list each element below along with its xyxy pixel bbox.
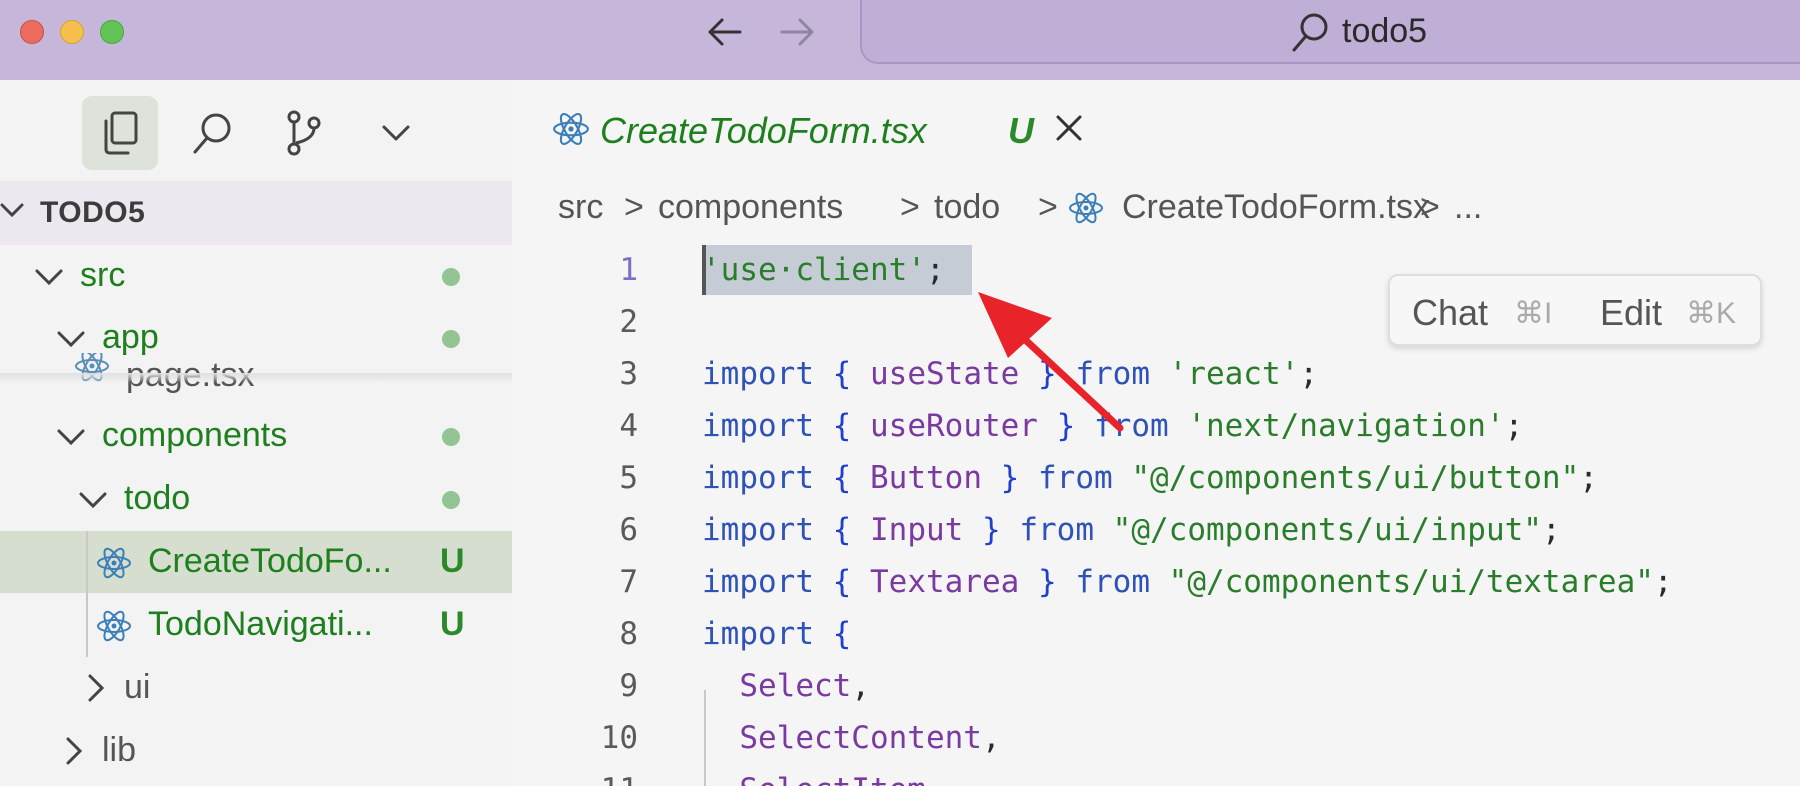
explorer-root-header[interactable]: TODO5 [0,181,512,245]
chevron-down-icon [382,125,410,141]
chevron-down-icon [57,331,85,348]
breadcrumb-item[interactable]: src [558,188,603,227]
chevron-down-icon [79,492,107,509]
edit-shortcut: ⌘K [1686,297,1737,330]
close-icon [1056,115,1082,141]
sticky-shadow [0,373,512,383]
code-line-6: import { Input } from "@/components/ui/i… [702,512,1561,548]
tree-label: lib [102,731,137,769]
chevron-right-icon [66,737,83,765]
annotation-arrow-icon [978,292,1124,432]
close-window-button[interactable] [20,20,44,44]
untracked-badge: U [440,605,465,643]
line-number: 5 [619,460,638,496]
react-icon [1069,192,1103,224]
tree-label: app [102,318,159,356]
indent-guide [704,690,706,786]
modified-dot [442,428,460,446]
activity-bar [0,80,512,180]
tab-title: CreateTodoForm.tsx [600,110,927,151]
breadcrumb-separator: > [900,188,920,226]
untracked-badge: U [440,542,465,580]
arrow-left-icon [708,18,742,46]
arrow-right-icon [780,18,814,46]
zoom-window-button[interactable] [100,20,124,44]
modified-dot [442,330,460,348]
tree-label: CreateTodoFo... [148,542,392,580]
tree-label: TodoNavigati... [148,605,373,643]
search-icon [1292,13,1328,52]
search-icon [193,113,231,154]
explorer-root-label: TODO5 [40,196,146,229]
source-control-button[interactable] [266,96,342,170]
modified-dot [442,268,460,286]
line-number: 7 [619,564,638,600]
react-icon [97,547,131,579]
chevron-right-icon [88,674,105,702]
tree-label: components [102,416,288,454]
more-views-button[interactable] [358,96,434,170]
breadcrumb-item[interactable]: CreateTodoForm.tsx [1122,188,1430,227]
line-number: 8 [619,616,638,652]
code-line-9: Select, [739,668,870,704]
line-number: 4 [619,408,638,444]
breadcrumb-item[interactable]: ... [1454,188,1482,227]
tree-label: src [80,256,126,294]
line-number: 10 [600,720,638,756]
chevron-down-icon [57,429,85,446]
line-number: 2 [619,304,638,340]
explorer-button[interactable] [82,96,158,170]
code-line-5: import { Button } from "@/components/ui/… [702,460,1598,496]
tree-folder-src[interactable]: src [0,245,512,307]
untracked-badge: U [1008,110,1034,151]
code-line-11: SelectItem, [702,772,944,786]
tree-file-create-todo-form[interactable]: CreateTodoFo... U [0,531,512,593]
tree-label: todo [124,479,191,517]
chevron-down-icon [0,203,24,218]
tree-file-todo-navigation[interactable]: TodoNavigati... U [0,594,512,656]
line-number: 6 [619,512,638,548]
back-button[interactable] [702,12,746,52]
git-branch-icon [287,110,321,156]
command-center-text: todo5 [1342,12,1428,50]
code-line-7: import { Textarea } from "@/components/u… [702,564,1673,600]
react-icon [97,610,131,642]
inline-ai-actions: Chat ⌘I Edit ⌘K [1388,274,1762,346]
line-number: 3 [619,356,638,392]
close-tab-button[interactable] [1054,110,1084,152]
code-line-10: SelectContent, [739,720,1001,756]
chat-shortcut: ⌘I [1514,297,1553,330]
line-number: 9 [619,668,638,704]
react-icon [553,112,589,146]
tree-label: ui [124,668,151,706]
sidebar: TODO5 src app page.tsx app [0,80,512,786]
edit-button[interactable]: Edit [1600,292,1662,334]
title-bar: todo5 [0,0,1800,80]
breadcrumb-separator: > [1420,188,1440,226]
minimize-window-button[interactable] [60,20,84,44]
tree-file-page-tsx[interactable]: page.tsx [0,346,512,396]
breadcrumb-item[interactable]: components [658,188,843,227]
code-line-8: import { [702,616,852,652]
forward-button[interactable] [776,12,820,52]
chevron-down-icon [35,269,63,286]
breadcrumb-separator: > [624,188,644,226]
command-center-search[interactable]: todo5 [860,0,1800,64]
code-line-1: 'use·client'; [702,252,945,288]
modified-dot [442,491,460,509]
breadcrumb-separator: > [1038,188,1058,226]
line-number: 11 [520,772,638,786]
sticky-app-row-backdrop: app [0,307,512,356]
indent-guide [86,531,88,657]
tree-folder-lib[interactable]: lib [0,720,512,782]
files-icon [104,111,138,155]
tree-folder-todo[interactable]: todo [0,468,512,530]
chat-button[interactable]: Chat [1412,292,1488,334]
tree-folder-components[interactable]: components [0,405,512,467]
search-view-button[interactable] [174,96,250,170]
line-number: 1 [619,252,638,288]
breadcrumb-item[interactable]: todo [934,188,1000,227]
tree-folder-ui[interactable]: ui [0,657,512,719]
